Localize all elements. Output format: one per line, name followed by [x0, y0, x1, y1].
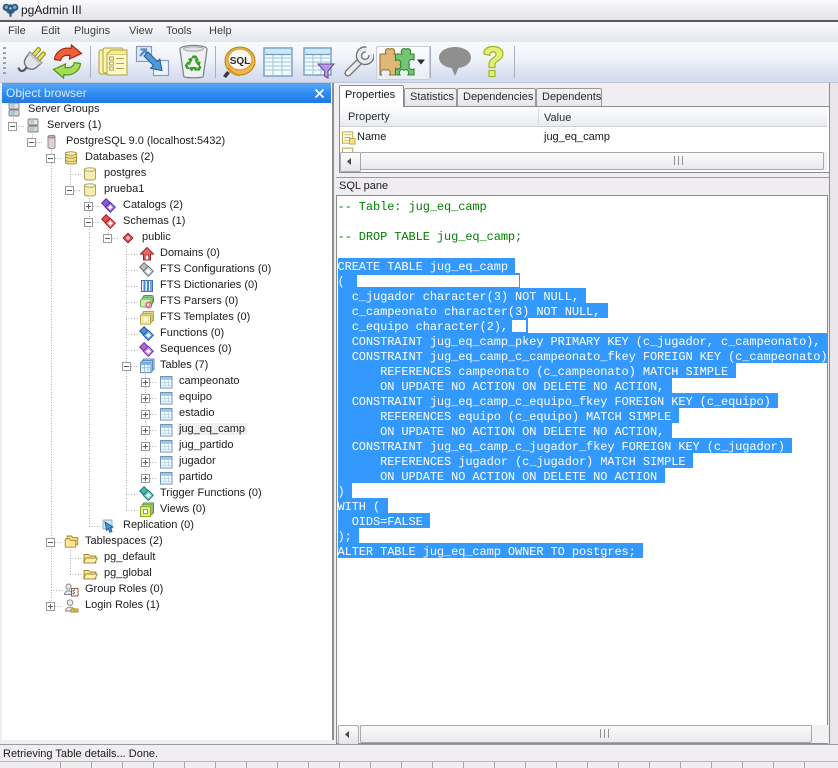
svg-text:SQL: SQL [230, 56, 251, 67]
